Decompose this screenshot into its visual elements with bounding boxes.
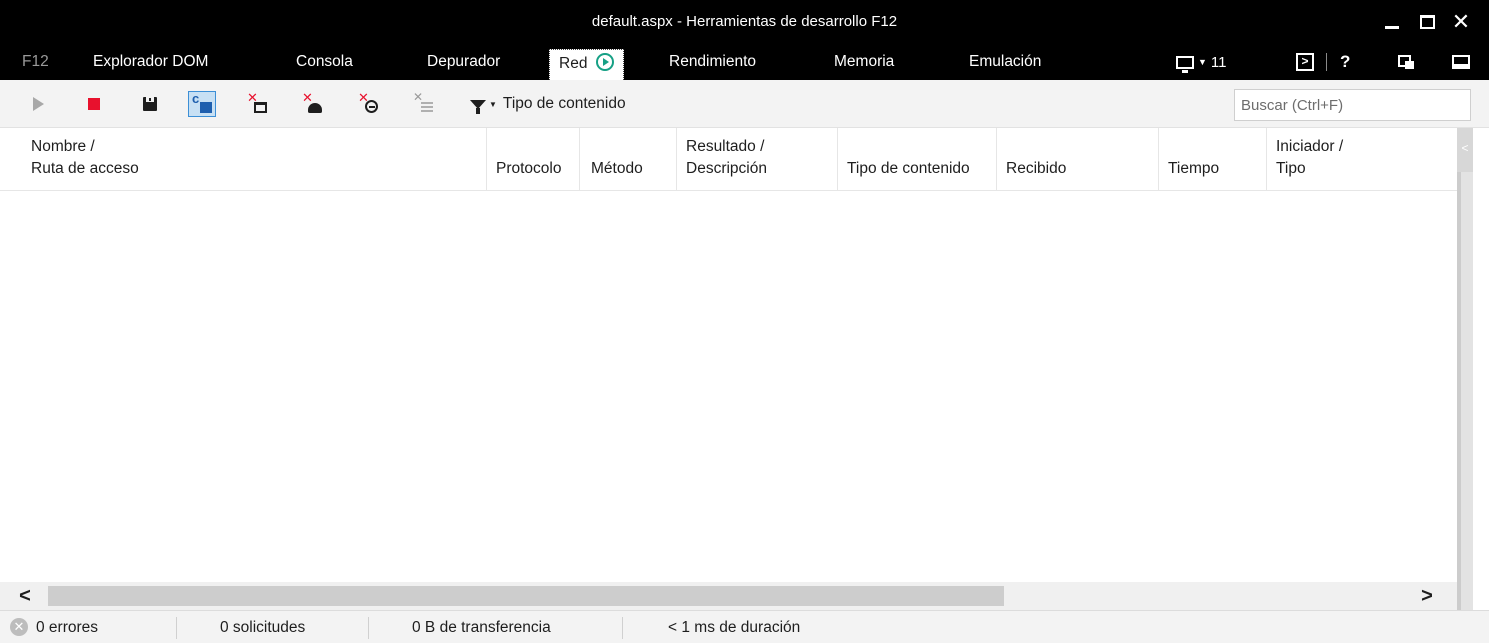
status-errors: 0 errores: [36, 619, 99, 636]
target-count: 11: [1210, 53, 1227, 71]
column-header-initiator[interactable]: Iniciador / Tipo: [1268, 128, 1457, 191]
target-selector[interactable]: ▼ 11: [1176, 44, 1227, 80]
column-header-line1: [591, 136, 676, 158]
maximize-icon[interactable]: [1413, 8, 1441, 36]
help-icon: ?: [1340, 52, 1351, 71]
filter-icon: [470, 99, 486, 114]
stop-icon: [88, 98, 100, 110]
network-toolbar: ✕ ✕ ✕ ✕ ▼ Tipo de contenido: [0, 80, 1489, 128]
undock-button[interactable]: [1398, 44, 1414, 80]
column-header-line2: Ruta de acceso: [31, 160, 139, 177]
details-pane-edge: <: [1457, 128, 1489, 610]
play-icon: [32, 97, 44, 111]
column-header-line2: Método: [591, 160, 643, 177]
column-header-line2: Recibido: [1006, 160, 1067, 177]
column-header-name[interactable]: Nombre / Ruta de acceso: [23, 128, 487, 191]
column-header-line1: Nombre /: [31, 138, 95, 155]
grid-header: Nombre / Ruta de acceso Protocolo Método…: [0, 128, 1457, 191]
status-transferred: 0 B de transferencia: [412, 619, 551, 636]
column-header-line1: [847, 136, 996, 158]
console-icon: >: [1296, 53, 1314, 71]
record-icon: [595, 52, 614, 71]
clear-cookies-button[interactable]: ✕: [298, 90, 326, 117]
close-icon[interactable]: ✕: [1447, 8, 1475, 36]
cache-icon: [192, 91, 212, 113]
scroll-left-icon[interactable]: <: [10, 582, 40, 610]
dock-button[interactable]: [1452, 44, 1470, 80]
chevron-down-icon: ▼: [1198, 57, 1207, 67]
tab-debugger[interactable]: Depurador: [427, 44, 500, 80]
column-header-protocol[interactable]: Protocolo: [488, 128, 580, 191]
clear-cookies-icon: ✕: [302, 90, 322, 113]
tab-network-label: Red: [559, 55, 588, 72]
minimize-icon[interactable]: [1378, 8, 1406, 36]
clear-entries-icon: ✕: [247, 90, 267, 113]
dock-icon: [1452, 55, 1470, 69]
request-list[interactable]: [0, 192, 1457, 582]
save-icon: [143, 97, 157, 111]
column-header-line2: Tiempo: [1168, 160, 1220, 177]
monitor-icon: [1176, 55, 1194, 73]
clear-cache-button[interactable]: ✕: [354, 90, 382, 117]
title-bar: default.aspx - Herramientas de desarroll…: [0, 0, 1489, 44]
search-input[interactable]: [1234, 89, 1471, 121]
clear-list-button[interactable]: ✕: [409, 90, 437, 117]
column-header-line2: Tipo de contenido: [847, 160, 970, 177]
divider: [368, 617, 369, 639]
always-refresh-cache-button[interactable]: [188, 91, 216, 117]
tab-network[interactable]: Red: [549, 49, 624, 80]
window-title: default.aspx - Herramientas de desarroll…: [591, 13, 898, 30]
column-header-line1: Iniciador /: [1276, 138, 1344, 155]
status-bar: ✕ 0 errores 0 solicitudes 0 B de transfe…: [0, 610, 1489, 643]
tab-memory[interactable]: Memoria: [834, 44, 894, 80]
clear-list-icon: ✕: [413, 90, 433, 113]
console-button[interactable]: >: [1296, 44, 1314, 80]
column-header-line2: Tipo: [1276, 160, 1306, 177]
undock-icon: [1398, 55, 1414, 69]
status-requests: 0 solicitudes: [220, 619, 306, 636]
scroll-thumb[interactable]: [48, 586, 1004, 606]
column-header-received[interactable]: Recibido: [998, 128, 1159, 191]
scroll-right-icon[interactable]: >: [1412, 582, 1442, 610]
expand-details-icon[interactable]: <: [1457, 128, 1473, 172]
column-header-method[interactable]: Método: [583, 128, 677, 191]
start-profiling-button[interactable]: [24, 91, 52, 117]
chevron-down-icon: ▼: [489, 99, 497, 109]
column-header-line1: [1168, 136, 1266, 158]
content-type-filter[interactable]: ▼ Tipo de contenido: [470, 91, 626, 117]
tab-emulation[interactable]: Emulación: [969, 44, 1041, 80]
divider: [176, 617, 177, 639]
export-button[interactable]: [136, 91, 164, 117]
column-header-line1: [1006, 136, 1158, 158]
status-duration: < 1 ms de duración: [668, 619, 801, 636]
column-header-line2: Descripción: [686, 160, 767, 177]
column-header-time[interactable]: Tiempo: [1160, 128, 1267, 191]
tab-console[interactable]: Consola: [296, 44, 353, 80]
tab-f12: F12: [22, 53, 49, 70]
divider: [1326, 53, 1327, 71]
horizontal-scrollbar[interactable]: < >: [0, 582, 1457, 610]
column-header-line1: Resultado /: [686, 138, 765, 155]
filter-label: Tipo de contenido: [502, 95, 626, 112]
column-header-result[interactable]: Resultado / Descripción: [678, 128, 838, 191]
error-icon: ✕: [10, 618, 28, 636]
stop-profiling-button[interactable]: [80, 91, 108, 117]
tab-bar: F12 Explorador DOM Consola Depurador Red…: [0, 44, 1489, 80]
column-header-content-type[interactable]: Tipo de contenido: [839, 128, 997, 191]
column-header-line2: Protocolo: [496, 160, 562, 177]
divider: [622, 617, 623, 639]
pane-divider[interactable]: [1457, 172, 1461, 610]
column-header-line1: [496, 136, 579, 158]
tab-dom-explorer[interactable]: Explorador DOM: [93, 44, 208, 80]
tab-performance[interactable]: Rendimiento: [669, 44, 756, 80]
clear-cache-icon: ✕: [358, 90, 378, 113]
help-button[interactable]: ?: [1340, 44, 1350, 80]
clear-entries-button[interactable]: ✕: [243, 90, 271, 117]
